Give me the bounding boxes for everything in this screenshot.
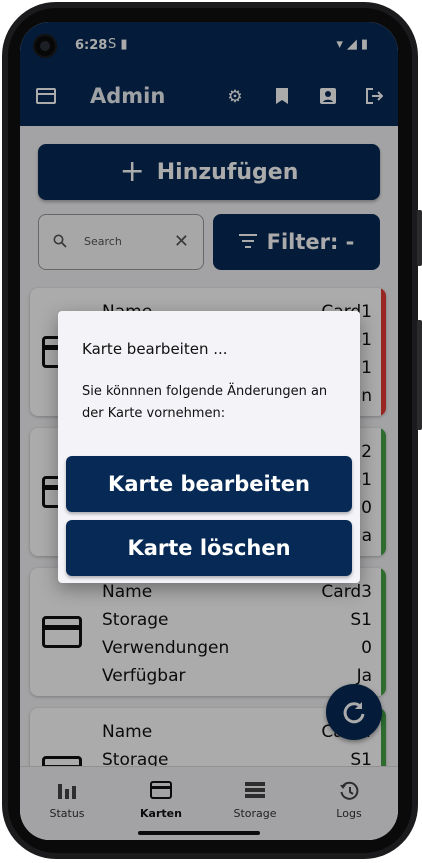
edit-card-button-label: Karte bearbeiten — [108, 472, 310, 496]
edit-card-dialog: Karte bearbeiten ... Sie könnnen folgend… — [58, 311, 360, 583]
power-button — [417, 320, 422, 430]
dialog-title: Karte bearbeiten ... — [82, 340, 228, 358]
screen: 6:28 S ▮ ▾◢▮ Admin ⚙ + Hinzufügen Search… — [20, 22, 398, 840]
volume-button — [417, 210, 422, 266]
delete-card-button[interactable]: Karte löschen — [66, 520, 352, 576]
delete-card-button-label: Karte löschen — [127, 536, 291, 560]
edit-card-button[interactable]: Karte bearbeiten — [66, 456, 352, 512]
dialog-message: Sie könnnen folgende Änderungen an der K… — [82, 384, 328, 421]
